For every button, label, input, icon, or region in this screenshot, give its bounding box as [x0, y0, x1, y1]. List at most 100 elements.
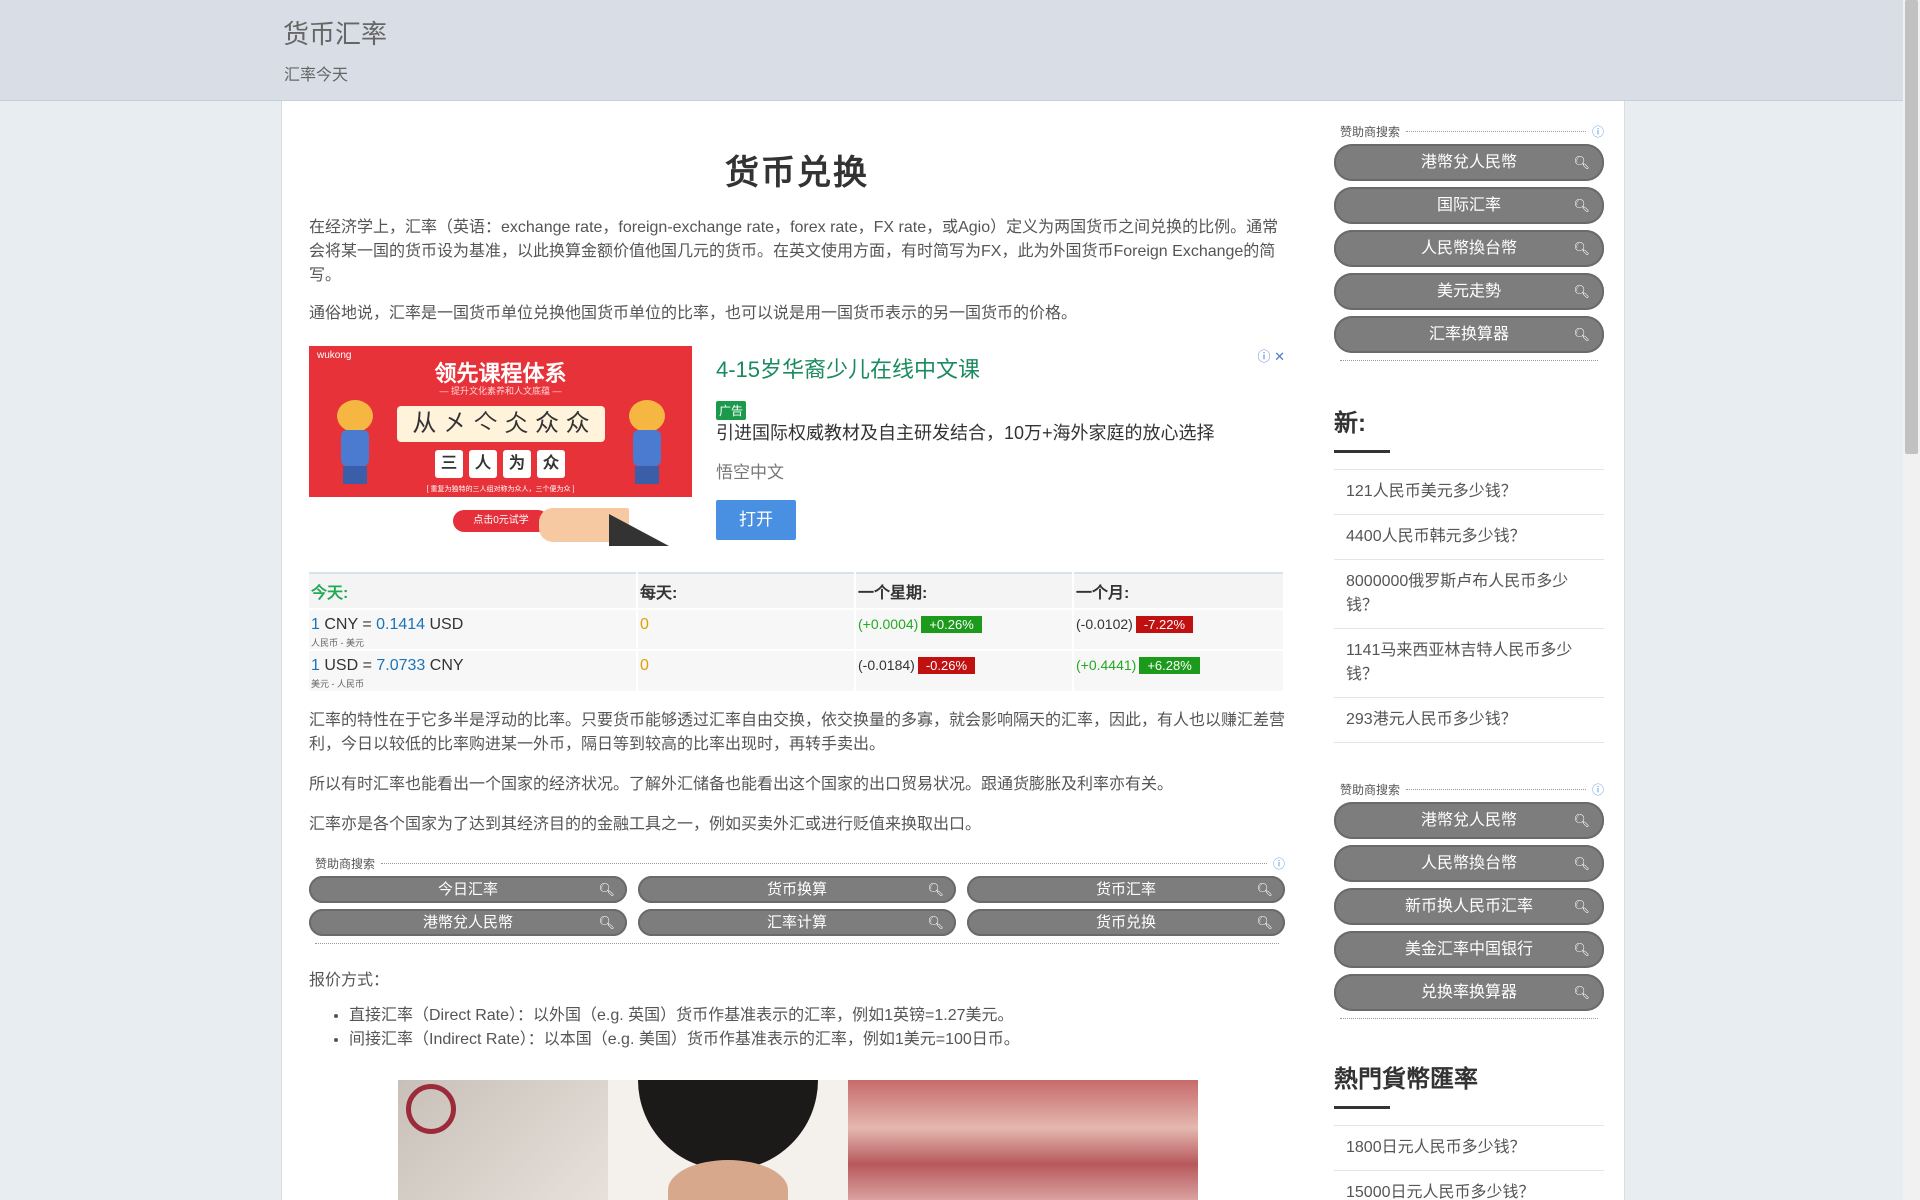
ad-char: 为 [503, 450, 531, 478]
header-daily: 每天: [637, 573, 856, 609]
sponsor-link[interactable]: 新币换人民币汇率 🔍︎ [1334, 888, 1604, 925]
sponsor-link[interactable]: 兑换率换算器 🔍︎ [1334, 974, 1604, 1011]
sponsor-label-text: 赞助商搜索 [1340, 125, 1401, 139]
rate-value[interactable]: 7.0733 [376, 657, 425, 674]
amount[interactable]: 1 [311, 657, 320, 674]
currency-to: USD [429, 616, 464, 633]
sidebar-sponsored-search-top: 赞助商搜索 ⓘ 港幣兌人民幣 🔍︎ 国际汇率 🔍︎ 人民幣換台幣 🔍︎ 美元走勢 🔍︎ … [1334, 123, 1604, 361]
sponsored-search-label: 赞助商搜索 ⓘ [309, 855, 1285, 872]
dotted-divider [1340, 1018, 1598, 1019]
list-item: 间接汇率（Indirect Rate）：以本国（e.g. 美国）货币作基准表示的… [349, 1028, 1285, 1052]
sponsor-link[interactable]: 美金汇率中国银行 🔍︎ [1334, 931, 1604, 968]
ad-advertiser: 悟空中文 [716, 463, 784, 482]
hot-rates-heading: 熱門貨幣匯率 [1334, 1066, 1478, 1093]
sponsor-link[interactable]: 货币兑换 🔍︎ [967, 909, 1285, 936]
search-icon: 🔍︎ [1573, 241, 1590, 256]
sponsor-link[interactable]: 人民幣換台幣 🔍︎ [1334, 230, 1604, 267]
header-month: 一个月: [1073, 573, 1285, 609]
daily-cell: 0 [637, 649, 856, 691]
search-icon: 🔍︎ [1573, 284, 1590, 299]
list-item[interactable]: 1800日元人民币多少钱？ [1334, 1125, 1604, 1171]
currency-to: CNY [429, 657, 464, 674]
page-container: 货币兑换 在经济学上，汇率（英语：exchange rate，foreign-e… [281, 101, 1625, 1200]
sponsor-link[interactable]: 货币汇率 🔍︎ [967, 876, 1285, 903]
search-icon: 🔍︎ [1573, 942, 1590, 957]
sponsor-link[interactable]: 港幣兌人民幣 🔍︎ [1334, 144, 1604, 181]
week-change: (+0.0004) [858, 616, 919, 632]
info-icon[interactable]: ⓘ [1592, 781, 1604, 798]
ad-body-text: 引进国际权威教材及自主研发结合，10万+海外家庭的放心选择 [716, 423, 1215, 443]
sponsor-link[interactable]: 港幣兌人民幣 🔍︎ [309, 909, 627, 936]
header-week: 一个星期: [855, 573, 1074, 609]
header-today: 今天: [309, 573, 638, 609]
sponsor-link[interactable]: 货币换算 🔍︎ [638, 876, 956, 903]
list-item[interactable]: 293港元人民币多少钱？ [1334, 698, 1604, 743]
list-item[interactable]: 1141马来西亚林吉特人民币多少钱？ [1334, 629, 1604, 698]
ad-image-row: 三 人 为 众 [435, 450, 565, 478]
daily-cell: 0 [637, 608, 856, 650]
week-change: (-0.0184) [858, 657, 915, 673]
body-paragraph-1: 汇率的特性在于它多半是浮动的比率。只要货币能够透过汇率自由交换，依交换量的多寡，… [309, 712, 1286, 753]
new-conversions-list: 121人民币美元多少钱？ 4400人民币韩元多少钱？ 8000000俄罗斯卢布人… [1334, 469, 1604, 743]
sponsor-link[interactable]: 港幣兌人民幣 🔍︎ [1334, 802, 1604, 839]
ad-badge: 广告 [716, 401, 747, 420]
sponsored-search-label: 赞助商搜索 ⓘ [1334, 123, 1604, 140]
amount[interactable]: 1 [311, 616, 320, 633]
advertisement[interactable]: wukong 领先课程体系 — 提升文化素养和人文底蕴 — 从 㐅 亽 仌 众 … [309, 346, 1285, 562]
body-paragraph-2: 所以有时汇率也能看出一个国家的经济状况。了解外汇储备也能看出这个国家的出口贸易状… [309, 776, 1174, 793]
week-cell: (-0.0184) -0.26% [855, 649, 1074, 691]
pair-label: 美元 - 人民币 [311, 679, 364, 689]
ad-image[interactable]: wukong 领先课程体系 — 提升文化素养和人文底蕴 — 从 㐅 亽 仌 众 … [309, 346, 692, 497]
pair-label: 人民币 - 美元 [311, 638, 364, 648]
search-icon: 🔍︎ [1256, 915, 1273, 930]
list-item[interactable]: 15000日元人民币多少钱？ [1334, 1171, 1604, 1200]
heading-underline [1334, 1106, 1390, 1109]
info-icon[interactable]: ⓘ [1592, 123, 1604, 140]
intro-paragraph-1: 在经济学上，汇率（英语：exchange rate，foreign-exchan… [309, 219, 1279, 284]
hot-rates-list: 1800日元人民币多少钱？ 15000日元人民币多少钱？ [1334, 1125, 1604, 1200]
ad-open-button[interactable]: 打开 [716, 500, 796, 540]
sponsor-link[interactable]: 今日汇率 🔍︎ [309, 876, 627, 903]
ad-image-characters: 从 㐅 亽 仌 众 众 [397, 406, 605, 442]
month-cell: (-0.0102) -7.22% [1073, 608, 1285, 650]
list-item[interactable]: 121人民币美元多少钱？ [1334, 469, 1604, 515]
ad-image-note: [ 重复为独特的三人组对称为众人，三个便为众 ] [426, 486, 575, 493]
ad-close-icon[interactable]: ⓘ ✕ [1257, 346, 1285, 365]
week-cell: (+0.0004) +0.26% [855, 608, 1074, 650]
ad-char: 三 [435, 450, 463, 478]
dotted-divider [381, 863, 1267, 864]
rate-value[interactable]: 0.1414 [376, 616, 425, 633]
site-header: 货币汇率 汇率今天 [0, 0, 1920, 101]
ad-headline[interactable]: 4-15岁华裔少儿在线中文课 [716, 352, 980, 384]
search-icon: 🔍︎ [1573, 856, 1590, 871]
search-icon: 🔍︎ [927, 882, 944, 897]
list-item[interactable]: 4400人民币韩元多少钱？ [1334, 515, 1604, 560]
week-percent-badge: +0.26% [921, 616, 982, 633]
info-icon[interactable]: ⓘ [1273, 855, 1285, 872]
week-percent-badge: -0.26% [917, 657, 976, 674]
ad-trial-pill[interactable]: 点击0元试学 [453, 510, 549, 532]
sponsor-link[interactable]: 汇率计算 🔍︎ [638, 909, 956, 936]
site-title[interactable]: 货币汇率 [283, 14, 387, 51]
dotted-divider [315, 943, 1279, 944]
monkey-character-right [619, 400, 675, 486]
sponsor-link[interactable]: 汇率换算器 🔍︎ [1334, 316, 1604, 353]
new-section-heading: 新: [1334, 410, 1366, 437]
sponsored-search: 赞助商搜索 ⓘ 今日汇率 🔍︎ 货币换算 🔍︎ 货币汇率 🔍︎ 港幣兌人民幣 🔍︎ 汇率… [309, 855, 1285, 944]
scrollbar-thumb[interactable] [1905, 0, 1918, 454]
sponsor-links: 今日汇率 🔍︎ 货币换算 🔍︎ 货币汇率 🔍︎ 港幣兌人民幣 🔍︎ 汇率计算 🔍︎ 货币兑… [309, 876, 1285, 936]
banknote-stack [848, 1080, 1198, 1200]
sponsor-link[interactable]: 美元走勢 🔍︎ [1334, 273, 1604, 310]
bank-logo-icon [406, 1084, 456, 1134]
sidebar: 赞助商搜索 ⓘ 港幣兌人民幣 🔍︎ 国际汇率 🔍︎ 人民幣換台幣 🔍︎ 美元走勢 🔍︎ … [1334, 101, 1604, 1200]
scrollbar[interactable] [1903, 0, 1920, 1200]
quote-methods-title: 报价方式： [309, 972, 390, 989]
list-item[interactable]: 8000000俄罗斯卢布人民币多少钱？ [1334, 560, 1604, 629]
search-icon: 🔍︎ [1573, 155, 1590, 170]
sponsor-link[interactable]: 人民幣換台幣 🔍︎ [1334, 845, 1604, 882]
ad-image-subtitle: — 提升文化素养和人文底蕴 — [439, 386, 562, 396]
month-change: (-0.0102) [1076, 616, 1133, 632]
sponsor-link[interactable]: 国际汇率 🔍︎ [1334, 187, 1604, 224]
main-content: 货币兑换 在经济学上，汇率（英语：exchange rate，foreign-e… [309, 101, 1285, 1052]
search-icon: 🔍︎ [1573, 327, 1590, 342]
